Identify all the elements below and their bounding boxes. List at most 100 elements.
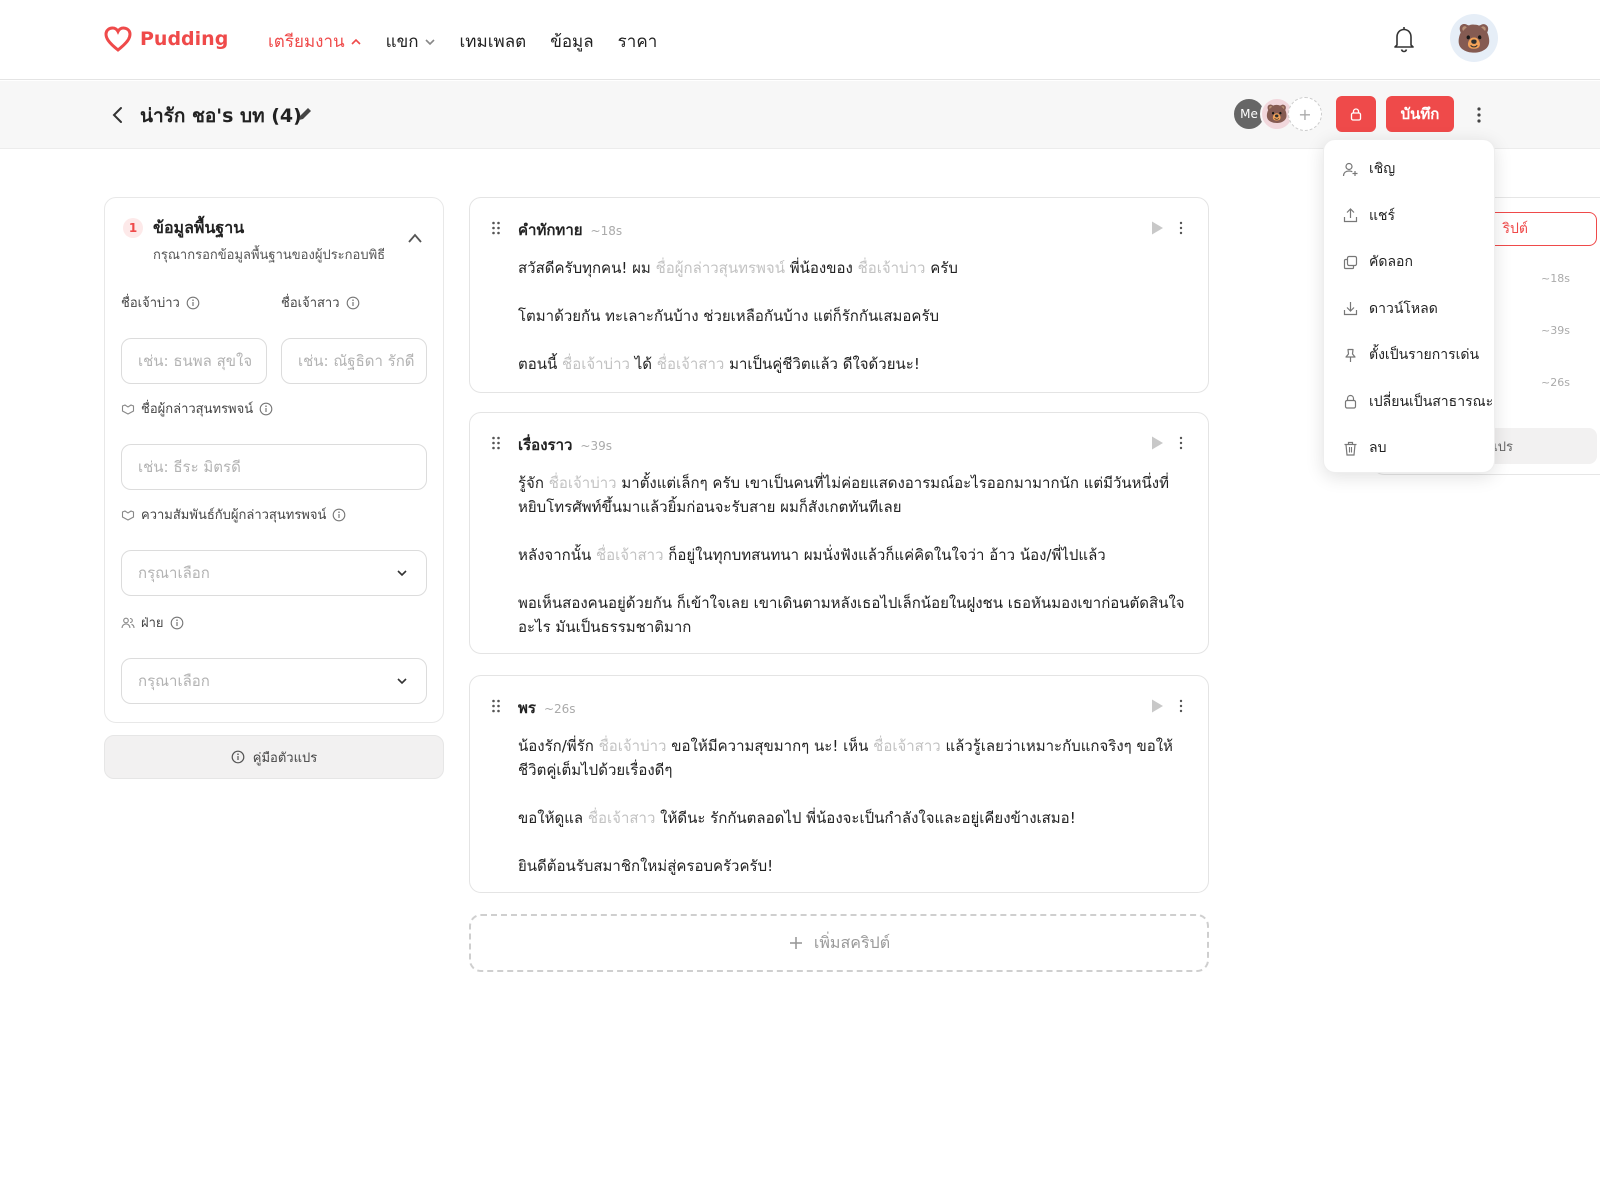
script-duration: ~26s xyxy=(543,702,576,716)
bride-name-input[interactable]: เช่น: ณัฐธิดา รักดี xyxy=(281,338,427,384)
script-text: ก็อยู่ในทุกบทสนทนา ผมนั่งฟังแล้วก็แค่คิด… xyxy=(663,546,1106,564)
outline-duration: ~26s xyxy=(1541,376,1570,389)
outline-duration: ~39s xyxy=(1541,324,1570,337)
user-avatar[interactable]: 🐻 xyxy=(1450,14,1498,62)
add-collaborator-button[interactable]: + xyxy=(1288,97,1322,131)
relation-select-value: กรุณาเลือก xyxy=(138,564,210,582)
relation-label-text: ความสัมพันธ์กับผู้กล่าวสุนทรพจน์ xyxy=(141,508,327,523)
menu-item[interactable]: ตั้งเป็นรายการเด่น xyxy=(1324,332,1494,379)
script-card: พร ~26s น้องรัก/พี่รัก ชื่อเจ้าบ่าว ขอให้ม… xyxy=(469,675,1209,893)
script-title: คำทักทาย ~18s xyxy=(518,218,622,242)
script-body[interactable]: รู้จัก ชื่อเจ้าบ่าว มาตั้งแต่เล็กๆ ครับ … xyxy=(518,471,1188,663)
more-vertical-icon[interactable] xyxy=(1178,436,1184,450)
top-navigation: Pudding เตรียมงาน แขก เทมเพลต ข้อมูล ราคา 🐻 xyxy=(0,0,1600,80)
nav-item-label: ราคา xyxy=(617,32,658,52)
users-icon xyxy=(121,617,135,628)
script-text: ได้ xyxy=(629,355,657,373)
nav-item[interactable]: เตรียมงาน xyxy=(268,28,362,55)
outline-duration: ~18s xyxy=(1541,272,1570,285)
nav-item-label: แขก xyxy=(385,32,419,52)
heart-logo-icon xyxy=(104,26,132,52)
nav-item-label: เตรียมงาน xyxy=(268,32,345,52)
info-icon[interactable] xyxy=(332,508,346,522)
chevron-up-icon xyxy=(351,38,361,45)
menu-item[interactable]: เชิญ xyxy=(1324,146,1494,193)
menu-item[interactable]: คัดลอก xyxy=(1324,239,1494,286)
play-icon[interactable] xyxy=(1150,698,1164,714)
script-text: ขอให้ดูแล xyxy=(518,809,588,827)
script-title: เรื่องราว ~39s xyxy=(518,433,612,457)
speaker-label-text: ชื่อผู้กล่าวสุนทรพจน์ xyxy=(141,402,254,417)
script-text: รู้จัก xyxy=(518,474,549,492)
chevron-down-icon xyxy=(424,38,435,45)
save-button[interactable]: บันทึก xyxy=(1386,96,1454,132)
script-paragraph: หลังจากนั้น ชื่อเจ้าสาว ก็อยู่ในทุกบทสนท… xyxy=(518,543,1188,567)
brand-name: Pudding xyxy=(140,28,229,50)
nav-item-label: ข้อมูล xyxy=(550,32,594,52)
drag-handle-icon[interactable] xyxy=(490,435,502,451)
chevron-down-icon xyxy=(397,570,407,577)
chevron-up-icon[interactable] xyxy=(407,232,423,244)
relation-select[interactable]: กรุณาเลือก xyxy=(121,550,427,596)
invite-icon xyxy=(1342,162,1358,176)
more-vertical-icon[interactable] xyxy=(1472,103,1486,127)
variable-placeholder: ชื่อเจ้าบ่าว xyxy=(548,474,617,492)
script-duration: ~18s xyxy=(590,224,623,238)
nav-item[interactable]: ข้อมูล xyxy=(550,28,593,55)
variable-guide-button[interactable]: คู่มือตัวแปร xyxy=(104,735,444,779)
script-text: โตมาด้วยกัน ทะเลาะกันบ้าง ช่วยเหลือกันบ้… xyxy=(518,307,940,325)
nav-item[interactable]: เทมเพลต xyxy=(460,28,527,55)
brand-logo[interactable]: Pudding xyxy=(104,26,228,52)
script-paragraph: รู้จัก ชื่อเจ้าบ่าว มาตั้งแต่เล็กๆ ครับ … xyxy=(518,471,1188,519)
groom-name-input[interactable]: เช่น: ธนพล สุขใจ xyxy=(121,338,267,384)
script-title: พร ~26s xyxy=(518,696,576,720)
info-icon[interactable] xyxy=(170,616,184,630)
script-title-text: พร xyxy=(518,699,536,717)
speaker-name-input[interactable]: เช่น: ธีระ มิตรดี xyxy=(121,444,427,490)
more-vertical-icon[interactable] xyxy=(1178,221,1184,235)
add-script-label: เพิ่มสคริปต์ xyxy=(813,932,891,952)
drag-handle-icon[interactable] xyxy=(490,698,502,714)
back-chevron-icon[interactable] xyxy=(108,103,128,127)
info-icon[interactable] xyxy=(186,296,200,310)
menu-item[interactable]: แชร์ xyxy=(1324,193,1494,240)
info-icon[interactable] xyxy=(346,296,360,310)
outline-button-label: ริปต์ xyxy=(1502,221,1529,237)
menu-item[interactable]: ดาวน์โหลด xyxy=(1324,286,1494,333)
variable-placeholder: ชื่อเจ้าสาว xyxy=(656,355,725,373)
variable-placeholder: ชื่อเจ้าบ่าว xyxy=(562,355,630,373)
lock-icon xyxy=(1350,108,1362,121)
menu-item-label: ตั้งเป็นรายการเด่น xyxy=(1369,347,1480,364)
document-title: น่ารัก ชอ's บท (4) xyxy=(140,105,302,127)
copy-icon xyxy=(1343,255,1358,269)
menu-item[interactable]: ลบ xyxy=(1324,425,1494,472)
menu-item[interactable]: เปลี่ยนเป็นสาธารณะ xyxy=(1324,379,1494,426)
handshake-icon xyxy=(121,509,135,521)
drag-handle-icon[interactable] xyxy=(490,220,502,236)
lock-button[interactable] xyxy=(1336,96,1376,132)
side-label: ฝ่าย xyxy=(121,612,184,633)
script-paragraph: โตมาด้วยกัน ทะเลาะกันบ้าง ช่วยเหลือกันบ้… xyxy=(518,304,1188,328)
script-text: พอเห็นสองคนอยู่ด้วยกัน ก็เข้าใจเลย เขาเด… xyxy=(518,594,1185,636)
script-body[interactable]: น้องรัก/พี่รัก ชื่อเจ้าบ่าว ขอให้มีความส… xyxy=(518,734,1188,902)
add-script-button[interactable]: เพิ่มสคริปต์ xyxy=(469,914,1209,972)
script-title-text: คำทักทาย xyxy=(518,221,583,239)
variable-placeholder: ชื่อผู้กล่าวสุนทรพจน์ xyxy=(655,259,785,277)
chevron-down-icon xyxy=(397,678,407,685)
more-vertical-icon[interactable] xyxy=(1178,699,1184,713)
side-label-text: ฝ่าย xyxy=(141,616,164,631)
info-icon[interactable] xyxy=(259,402,273,416)
script-body[interactable]: สวัสดีครับทุกคน! ผม ชื่อผู้กล่าวสุนทรพจน… xyxy=(518,256,1188,400)
bell-icon[interactable] xyxy=(1390,24,1418,54)
script-text: ตอนนี้ xyxy=(518,355,563,373)
play-icon[interactable] xyxy=(1150,435,1164,451)
script-text: ขอให้มีความสุขมากๆ นะ! เห็น xyxy=(666,737,874,755)
script-text: หลังจากนั้น xyxy=(518,546,596,564)
nav-item[interactable]: ราคา xyxy=(618,28,658,55)
nav-item[interactable]: แขก xyxy=(386,28,436,55)
play-icon[interactable] xyxy=(1150,220,1164,236)
side-select[interactable]: กรุณาเลือก xyxy=(121,658,427,704)
lock-icon xyxy=(1344,395,1357,409)
pencil-icon[interactable] xyxy=(296,105,314,123)
script-text: ยินดีต้อนรับสมาชิกใหม่สู่ครอบครัวครับ! xyxy=(518,857,774,875)
